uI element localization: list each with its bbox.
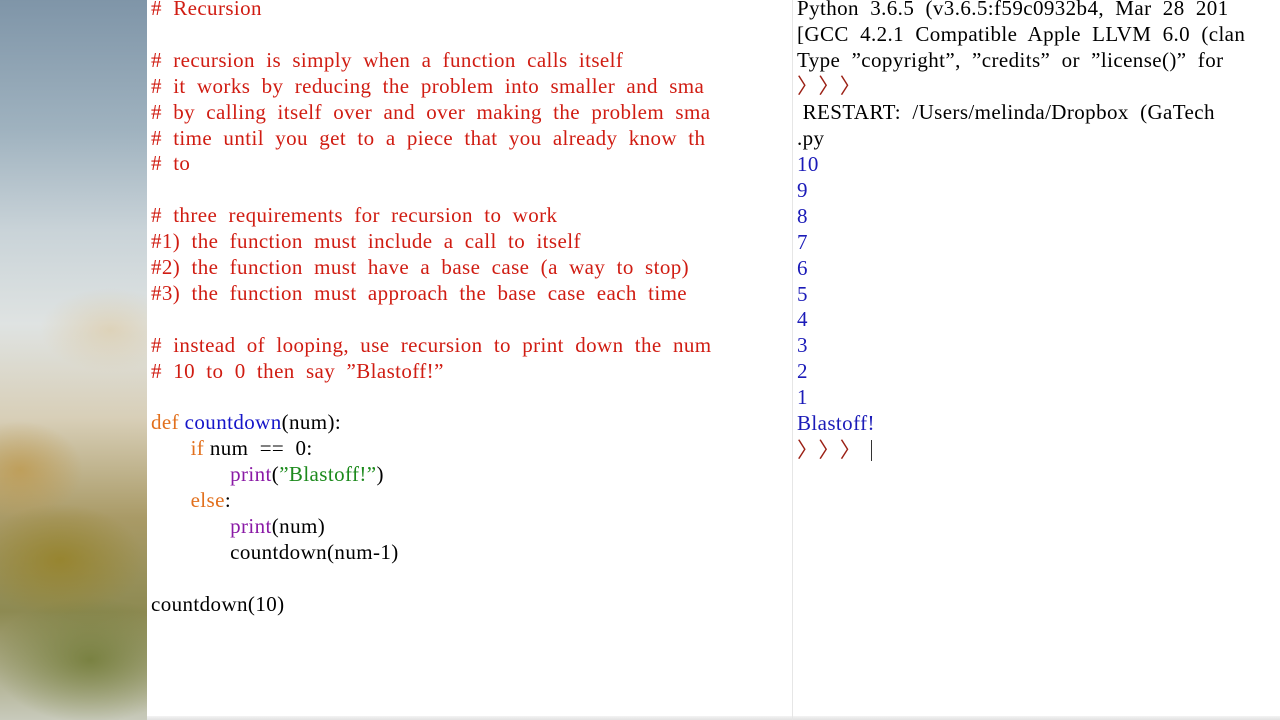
code-token-plain: (num) <box>271 514 326 538</box>
code-editor-window[interactable]: # Recursion # recursion is simply when a … <box>147 0 792 720</box>
shell-output-line: 5 <box>797 281 808 307</box>
code-line: # instead of looping, use recursion to p… <box>151 332 711 358</box>
code-token-plain: num == 0: <box>204 436 313 461</box>
code-line: # three requirements for recursion to wo… <box>151 202 557 228</box>
shell-output-text: 2 <box>797 359 808 384</box>
code-token-comment: # instead of looping, use recursion to p… <box>151 332 712 357</box>
code-token-indent <box>151 462 230 486</box>
code-token-plain: countdown(10) <box>151 591 285 616</box>
shell-output-text: 7 <box>797 229 808 254</box>
code-line: if num == 0: <box>151 435 313 461</box>
code-token-comment: # Recursion <box>151 0 262 20</box>
shell-output-line: 1 <box>797 384 808 410</box>
shell-banner-line: [GCC 4.2.1 Compatible Apple LLVM 6.0 (cl… <box>797 22 1246 46</box>
code-token-indent <box>151 514 230 538</box>
shell-output-text: 1 <box>797 385 808 410</box>
code-token-keyword: if <box>190 436 205 461</box>
shell-output-text: 3 <box>797 333 808 358</box>
shell-output-line: 9 <box>797 177 808 203</box>
shell-output-text: 10 <box>797 152 819 176</box>
code-token-plain: (num): <box>281 410 342 435</box>
shell-output-line: 3 <box>797 332 808 358</box>
shell-prompt: 〉〉〉 <box>797 438 862 462</box>
code-line: #2) the function must have a base case (… <box>151 254 689 280</box>
code-line: # recursion is simply when a function ca… <box>151 47 623 73</box>
code-line: #3) the function must approach the base … <box>151 280 687 306</box>
shell-input-line[interactable]: 〉〉〉 <box>797 437 873 463</box>
code-token-keyword: def <box>151 410 180 435</box>
shell-bottom-edge <box>793 716 1280 720</box>
shell-output-text: 9 <box>797 177 808 202</box>
shell-prompt-line: 〉〉〉 <box>797 73 861 99</box>
shell-output-line: 10 <box>797 151 819 177</box>
code-token-comment: #3) the function must approach the base … <box>151 280 688 305</box>
shell-output-line: Blastoff! <box>797 410 875 436</box>
desktop-background <box>0 0 147 720</box>
shell-output-line: 7 <box>797 229 808 255</box>
shell-output-text: 4 <box>797 307 808 332</box>
code-token-string: ”Blastoff!” <box>279 462 377 487</box>
code-token-comment: # time until you get to a piece that you… <box>151 125 706 150</box>
code-token-keyword: else <box>190 488 225 513</box>
code-line: else: <box>151 487 231 513</box>
shell-restart-line: RESTART: /Users/melinda/Dropbox (GaTech <box>797 100 1215 124</box>
code-line: print(num) <box>151 513 325 539</box>
editor-bottom-edge <box>147 716 792 720</box>
code-token-indent <box>151 488 191 512</box>
code-token-defname: countdown <box>184 410 282 435</box>
code-token-plain: countdown(num-1) <box>230 539 399 564</box>
code-line: def countdown(num): <box>151 409 341 435</box>
shell-banner-line: Python 3.6.5 (v3.6.5:f59c0932b4, Mar 28 … <box>797 0 1229 20</box>
code-line: #1) the function must include a call to … <box>151 228 581 254</box>
shell-output-text: 8 <box>797 203 808 228</box>
shell-output-line: 4 <box>797 306 808 332</box>
code-line: # Recursion <box>151 0 262 21</box>
code-token-comment: # it works by reducing the problem into … <box>151 73 705 98</box>
shell-output-line: 6 <box>797 255 808 281</box>
code-line: # by calling itself over and over making… <box>151 99 710 125</box>
shell-output-line: 8 <box>797 203 808 229</box>
code-token-close: ) <box>376 462 384 487</box>
code-token-comment: #1) the function must include a call to … <box>151 229 581 254</box>
shell-prompt: 〉〉〉 <box>797 74 862 98</box>
code-line: # to <box>151 150 190 176</box>
code-token-builtin: print <box>230 462 272 487</box>
code-token-builtin: print <box>230 514 272 538</box>
code-line: countdown(10) <box>151 591 285 617</box>
code-token-comment: # by calling itself over and over making… <box>151 99 711 124</box>
text-cursor <box>871 440 873 461</box>
code-token-indent <box>151 436 191 460</box>
code-token-comment: # three requirements for recursion to wo… <box>151 203 558 228</box>
code-token-indent <box>151 540 230 564</box>
code-token-comment: #2) the function must have a base case (… <box>151 255 690 279</box>
code-line: print(”Blastoff!”) <box>151 461 384 487</box>
python-shell-window[interactable]: Python 3.6.5 (v3.6.5:f59c0932b4, Mar 28 … <box>792 0 1280 720</box>
code-token-comment: # recursion is simply when a function ca… <box>151 47 624 72</box>
code-token-plain: : <box>224 488 232 513</box>
code-token-comment: # 10 to 0 then say ”Blastoff!” <box>151 358 444 383</box>
shell-restart-line: .py <box>797 126 825 150</box>
code-line: countdown(num-1) <box>151 539 399 565</box>
code-line: # 10 to 0 then say ”Blastoff!” <box>151 358 444 384</box>
shell-output-text: 5 <box>797 281 808 306</box>
code-token-comment: # to <box>151 151 191 176</box>
shell-output-text: 6 <box>797 255 808 280</box>
shell-output-line: 2 <box>797 358 808 384</box>
shell-banner-line: Type ”copyright”, ”credits” or ”license(… <box>797 48 1224 72</box>
shell-output-text: Blastoff! <box>797 411 875 435</box>
code-line: # time until you get to a piece that you… <box>151 125 705 151</box>
code-line: # it works by reducing the problem into … <box>151 73 704 99</box>
